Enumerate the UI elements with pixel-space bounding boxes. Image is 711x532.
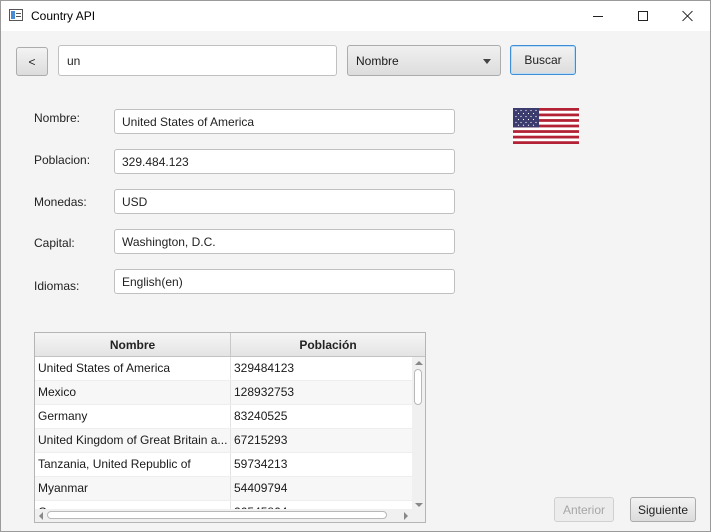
- minimize-button[interactable]: [575, 1, 621, 31]
- scrollbar-corner: [412, 509, 425, 522]
- languages-field[interactable]: [114, 269, 455, 294]
- horizontal-scroll-thumb[interactable]: [47, 511, 387, 519]
- population-cell: 67215293: [234, 433, 288, 447]
- table-row[interactable]: Mexico 128932753: [35, 381, 412, 405]
- table-row[interactable]: United Kingdom of Great Britain a... 672…: [35, 429, 412, 453]
- chevron-down-icon: [483, 59, 491, 64]
- country-name-cell: United Kingdom of Great Britain a...: [35, 429, 231, 452]
- country-name-cell: Mexico: [35, 381, 231, 404]
- country-name-cell: Germany: [35, 405, 231, 428]
- country-name-cell: United States of America: [35, 357, 231, 380]
- close-icon: [682, 10, 694, 22]
- next-button[interactable]: Siguiente: [630, 497, 696, 522]
- population-field[interactable]: [114, 149, 455, 174]
- population-label: Poblacion:: [34, 153, 91, 167]
- name-field[interactable]: [114, 109, 455, 134]
- app-window: Country API < Nombre Buscar Nombre: Pobl…: [0, 0, 711, 532]
- scroll-right-icon[interactable]: [404, 512, 408, 520]
- minimize-icon: [593, 15, 603, 17]
- window-title: Country API: [31, 9, 96, 23]
- languages-label: Idiomas:: [34, 279, 80, 293]
- population-cell: 83240525: [234, 409, 288, 423]
- countries-table[interactable]: Nombre Población United States of Americ…: [34, 332, 426, 523]
- vertical-scrollbar[interactable]: [412, 357, 425, 510]
- select-value: Nombre: [356, 54, 399, 68]
- population-cell: 329484123: [234, 361, 295, 375]
- table-row[interactable]: Tanzania, United Republic of 59734213: [35, 453, 412, 477]
- country-name-cell: Tanzania, United Republic of: [35, 453, 231, 476]
- table-header: Nombre Población: [35, 333, 425, 357]
- column-header-name[interactable]: Nombre: [35, 333, 231, 356]
- country-name-cell: Myanmar: [35, 477, 231, 500]
- search-field-select[interactable]: Nombre: [347, 45, 501, 76]
- back-button[interactable]: <: [16, 47, 48, 76]
- scroll-down-icon[interactable]: [415, 503, 423, 507]
- currencies-label: Monedas:: [34, 195, 87, 209]
- table-body: United States of America 329484123 Mexic…: [35, 357, 412, 510]
- search-button[interactable]: Buscar: [510, 45, 576, 75]
- name-label: Nombre:: [34, 111, 81, 125]
- population-cell: 128932753: [234, 385, 295, 399]
- us-flag-icon: [513, 108, 579, 144]
- close-button[interactable]: [665, 1, 710, 31]
- maximize-button[interactable]: [620, 1, 666, 31]
- scroll-left-icon[interactable]: [39, 512, 43, 520]
- table-row[interactable]: Myanmar 54409794: [35, 477, 412, 501]
- population-cell: 59734213: [234, 457, 288, 471]
- population-cell: 54409794: [234, 481, 288, 495]
- app-icon: [9, 9, 23, 21]
- previous-button[interactable]: Anterior: [554, 497, 614, 522]
- column-header-population[interactable]: Población: [231, 333, 425, 356]
- maximize-icon: [638, 11, 648, 21]
- vertical-scroll-thumb[interactable]: [414, 369, 422, 405]
- currencies-field[interactable]: [114, 189, 455, 214]
- capital-label: Capital:: [34, 236, 75, 250]
- title-bar: Country API: [1, 1, 710, 31]
- capital-field[interactable]: [114, 229, 455, 254]
- table-row[interactable]: Germany 83240525: [35, 405, 412, 429]
- horizontal-scrollbar[interactable]: [35, 509, 412, 522]
- scroll-up-icon[interactable]: [415, 361, 423, 365]
- table-row[interactable]: United States of America 329484123: [35, 357, 412, 381]
- search-input[interactable]: [58, 45, 337, 76]
